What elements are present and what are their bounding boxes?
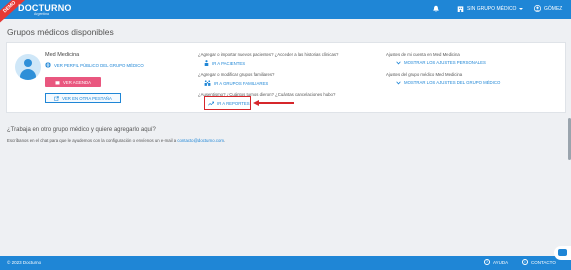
user-icon [534,5,541,12]
user-menu[interactable]: GÓMEZ [534,5,562,12]
logo-subtitle: Argentina [34,12,49,16]
other-group-heading: ¿Trabaja en otro grupo médico y quiere a… [7,127,156,133]
contact-label: CONTACTO [531,259,556,265]
help-icon: ? [484,259,490,265]
go-to-patients-link[interactable]: IR A PACIENTES [204,60,245,66]
person-icon [204,60,209,66]
copyright: © 2023 Docturno [7,260,42,265]
open-new-tab-label: VER EN OTRA PESTAÑA [62,95,112,101]
reports-highlight-box [204,96,251,110]
go-to-family-groups-label: IR A GRUPOS FAMILIARES [214,80,269,86]
patients-question: ¿Agregar o importar nuevos pacientes? ¿A… [198,52,339,57]
info-icon: i [522,259,528,265]
help-link[interactable]: ? AYUDA [484,259,508,265]
group-name: Med Medicina [45,52,80,58]
chevron-down-icon [396,60,401,65]
contact-email-link[interactable]: contacto@docturno.com [177,138,224,143]
contact-link[interactable]: i CONTACTO [522,259,556,265]
personal-settings-question: Ajustes de mi cuenta en Med Medicina [386,52,460,57]
group-card: Med Medicina VER PERFIL PÚBLICO DEL GRUP… [6,42,566,113]
notifications-button[interactable] [432,5,440,13]
other-group-text: Escríbanos en el chat para que le ayudem… [7,138,225,143]
chevron-down-icon [519,7,524,10]
chat-icon [558,249,567,256]
go-to-family-groups-link[interactable]: IR A GRUPOS FAMILIARES [204,80,268,86]
family-groups-question: ¿Agregar o modificar grupos familiares? [198,72,275,77]
public-profile-label: VER PERFIL PÚBLICO DEL GRUPO MÉDICO [54,62,144,68]
top-navbar: DEMO DOCTURNO Argentina SIN GRUPO MÉDICO… [0,0,571,24]
view-agenda-button[interactable]: VER AGENDA [45,77,101,87]
go-to-patients-label: IR A PACIENTES [212,60,246,66]
chevron-down-icon [396,80,401,85]
user-name: GÓMEZ [544,5,563,12]
public-profile-link[interactable]: VER PERFIL PÚBLICO DEL GRUPO MÉDICO [45,62,144,68]
page-title: Grupos médicos disponibles [7,27,114,37]
show-group-settings-label: MOSTRAR LOS AJUSTES DEL GRUPO MÉDICO [404,80,501,85]
building-icon [457,6,464,12]
view-agenda-label: VER AGENDA [63,79,91,85]
bell-icon [433,5,439,12]
other-group-description: Escríbanos en el chat para que le ayudem… [7,138,177,143]
group-selector-label: SIN GRUPO MÉDICO [467,5,517,12]
family-icon [204,80,211,86]
show-group-settings-link[interactable]: MOSTRAR LOS AJUSTES DEL GRUPO MÉDICO [396,80,500,85]
chat-button[interactable] [554,246,571,260]
group-selector[interactable]: SIN GRUPO MÉDICO [457,5,524,12]
show-personal-settings-link[interactable]: MOSTRAR LOS AJUSTES PERSONALES [396,60,486,65]
show-personal-settings-label: MOSTRAR LOS AJUSTES PERSONALES [404,60,486,65]
group-settings-question: Ajustes del grupo médico Med Medicina [386,72,463,77]
group-avatar [15,54,41,80]
footer: © 2023 Docturno ? AYUDA i CONTACTO [0,256,571,270]
globe-icon [45,62,51,68]
open-new-tab-button[interactable]: VER EN OTRA PESTAÑA [45,93,121,103]
calendar-icon [55,80,60,84]
external-link-icon [54,95,59,101]
other-group-text-end: . [223,138,226,143]
help-label: AYUDA [493,259,509,265]
annotation-arrow-line [258,102,294,104]
